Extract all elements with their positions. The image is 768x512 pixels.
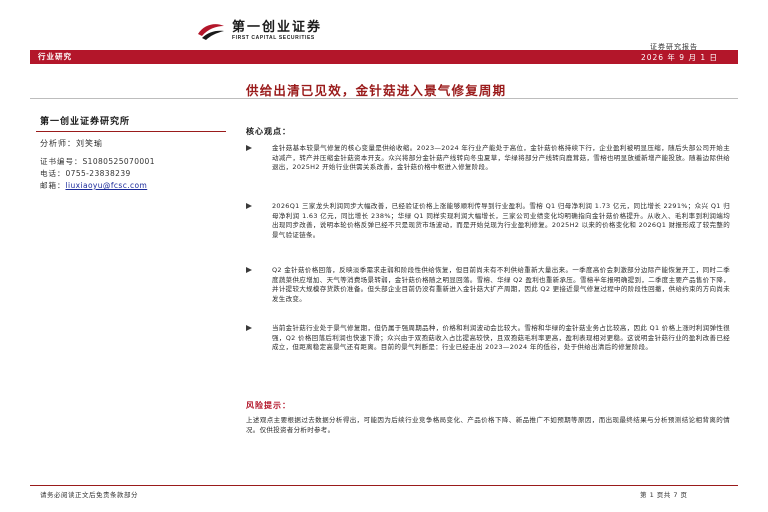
report-category: 行业研究 [38,52,72,61]
email-link[interactable]: liuxiaoyu@fcsc.com [66,181,148,190]
category-banner: 行业研究 2026 年 9 月 1 日 [30,50,738,64]
logo-english-name: FIRST CAPITAL SECURITIES [232,35,315,41]
risk-heading: 风险提示： [246,401,291,410]
email-line: 邮箱：liuxiaoyu@fcsc.com [40,180,147,191]
company-logo: 第一创业证券 FIRST CAPITAL SECURITIES [196,20,322,42]
core-bullet-text: 当前金针菇行业处于景气修复期，但仍属于强周期品种，价格和利润波动会比较大。雪榕和… [272,324,730,352]
bullet-arrow-icon [246,325,252,331]
risk-text: 上述观点主要根据过去数据分析得出，可能因为后续行业竞争格局变化、产品价格下降、新… [246,416,730,434]
phone-line: 电话：0755-23838239 [40,168,131,179]
cert-number: S1080525070001 [82,157,155,166]
cert-label: 证书编号： [40,157,83,166]
core-bullet-text: Q2 金针菇价格回落，反映淡季需求走弱和阶段性供给恢复，但目前尚未有不利供给重新… [272,266,730,304]
core-views-heading: 核心观点： [246,127,291,136]
logo-mark-icon [196,20,226,42]
core-bullet-text: 2026Q1 三家龙头利润同步大幅改善，已经验证价格上涨能够顺利传导到行业盈利。… [272,202,730,240]
report-date: 2026 年 9 月 1 日 [640,53,718,62]
analyst-name: 分析师：刘笑瑜 [40,139,103,148]
bullet-arrow-icon [246,203,252,209]
phone-number: 0755-23838239 [65,169,131,178]
report-title: 供给出清已见效，金针菇进入景气修复周期 [246,83,507,98]
title-divider [30,98,738,99]
institute-name: 第一创业证券研究所 [40,117,131,127]
phone-label: 电话： [40,169,66,178]
page-number: 第 1 页共 7 页 [640,491,688,499]
institute-divider [36,131,226,132]
bullet-arrow-icon [246,145,252,151]
core-bullet-text: 金针菇基本较景气修复的核心变量是供给收缩。2023—2024 年行业产能处于高位… [272,144,730,172]
page-header: 第一创业证券 FIRST CAPITAL SECURITIES 证券研究报告 [0,0,768,51]
email-label: 邮箱： [40,181,66,190]
footer-divider [30,485,738,486]
cert-line: 证书编号：S1080525070001 [40,156,155,167]
bullet-arrow-icon [246,267,252,273]
footer-disclaimer: 请务必阅读正文后免责条款部分 [40,491,138,499]
logo-chinese-name: 第一创业证券 [232,20,323,35]
